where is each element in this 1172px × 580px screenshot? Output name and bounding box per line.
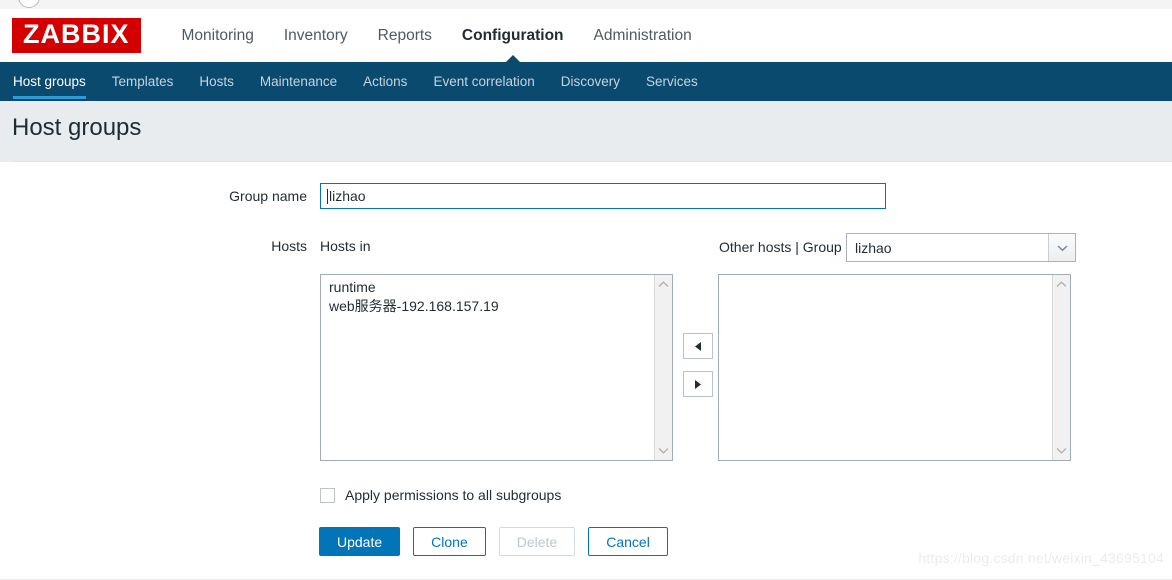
scrollbar[interactable] [654,275,672,460]
sidebar-item-event-correlation[interactable]: Event correlation [420,62,547,101]
list-item[interactable]: runtime [329,278,645,297]
sidebar-item-services[interactable]: Services [633,62,711,101]
zabbix-logo[interactable]: ZABBIX [12,18,141,53]
page-title-band: Host groups [0,101,1172,162]
chevron-up-icon[interactable] [1053,276,1070,293]
main-menu: Monitoring Inventory Reports Configurati… [167,9,707,62]
scrollbar[interactable] [1052,275,1070,460]
group-select[interactable]: lizhao [846,233,1076,262]
main-menu-item-configuration[interactable]: Configuration [447,9,579,62]
sidebar-item-maintenance[interactable]: Maintenance [247,62,350,101]
page-title: Host groups [12,114,142,141]
watermark: https://blog.csdn.net/weixin_43695104 [918,550,1164,566]
form-actions: Update Clone Delete Cancel [319,527,668,556]
chevron-down-icon[interactable] [1053,442,1070,459]
apply-permissions-checkbox-row: Apply permissions to all subgroups [320,487,561,503]
main-menu-item-administration[interactable]: Administration [579,9,707,62]
group-name-value: lizhao [329,188,366,204]
text-caret [327,188,328,204]
other-hosts-label: Other hosts | Group [719,239,842,255]
list-item[interactable]: web服务器-192.168.157.19 [329,297,645,316]
group-select-value: lizhao [855,239,892,256]
update-button[interactable]: Update [319,527,401,556]
main-menu-item-monitoring[interactable]: Monitoring [167,9,269,62]
sub-navigation: Host groups Templates Hosts Maintenance … [0,62,1172,101]
sidebar-item-templates[interactable]: Templates [99,62,187,101]
cancel-button[interactable]: Cancel [588,527,668,556]
chevron-down-icon[interactable] [655,442,672,459]
circle-icon [18,0,40,8]
transfer-buttons [683,333,713,397]
hosts-in-items: runtime web服务器-192.168.157.19 [321,278,653,316]
main-menu-item-inventory[interactable]: Inventory [269,9,363,62]
hosts-in-label: Hosts in [320,238,371,254]
sidebar-item-discovery[interactable]: Discovery [548,62,633,101]
host-group-form: Group name lizhao Hosts Hosts in Other h… [12,162,1172,580]
other-hosts-listbox[interactable] [718,274,1071,461]
hosts-label: Hosts [271,238,307,254]
app-header: ZABBIX Monitoring Inventory Reports Conf… [0,9,1172,62]
hosts-in-listbox[interactable]: runtime web服务器-192.168.157.19 [320,274,673,461]
apply-permissions-label: Apply permissions to all subgroups [345,487,562,503]
main-menu-item-reports[interactable]: Reports [363,9,447,62]
group-name-label: Group name [229,188,307,204]
delete-button: Delete [498,527,576,556]
chevron-down-icon[interactable] [1048,234,1075,261]
clone-button[interactable]: Clone [413,527,486,556]
sidebar-item-actions[interactable]: Actions [350,62,420,101]
sidebar-item-host-groups[interactable]: Host groups [0,62,99,101]
sidebar-item-hosts[interactable]: Hosts [186,62,247,101]
triangle-left-icon[interactable] [683,333,713,359]
group-name-input[interactable]: lizhao [320,183,886,209]
chevron-up-icon[interactable] [655,276,672,293]
triangle-right-icon[interactable] [683,371,713,397]
apply-permissions-checkbox[interactable] [320,487,335,503]
